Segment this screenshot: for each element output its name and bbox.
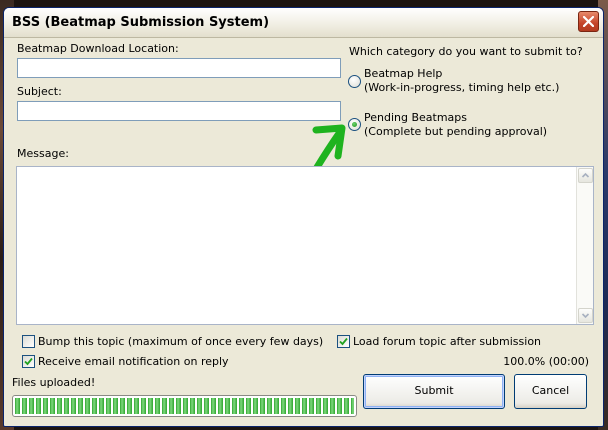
bss-dialog: BSS (Beatmap Submission System) Beatmap … (3, 7, 604, 427)
window-title: BSS (Beatmap Submission System) (12, 15, 270, 30)
load-forum-checkbox[interactable] (337, 335, 350, 348)
radio-beatmap-help[interactable] (348, 75, 361, 88)
upload-progress-bar (12, 395, 357, 417)
download-location-label: Beatmap Download Location: (17, 42, 179, 55)
radio-pending-beatmaps-description: (Complete but pending approval) (364, 125, 548, 138)
bump-topic-label[interactable]: Bump this topic (maximum of once every f… (38, 335, 323, 348)
message-label: Message: (17, 147, 69, 160)
message-scrollbar[interactable] (576, 167, 593, 324)
submit-button[interactable]: Submit (363, 374, 505, 409)
check-icon (339, 337, 348, 346)
chevron-down-icon (581, 313, 590, 319)
radio-beatmap-help-label[interactable]: Beatmap Help (364, 67, 442, 80)
bump-topic-checkbox[interactable] (22, 335, 35, 348)
category-prompt: Which category do you want to submit to? (349, 45, 583, 58)
download-location-input[interactable] (17, 58, 341, 78)
upload-progress-fill (15, 398, 354, 414)
email-notification-label[interactable]: Receive email notification on reply (38, 355, 229, 368)
radio-pending-beatmaps-label[interactable]: Pending Beatmaps (364, 111, 467, 124)
title-bar[interactable]: BSS (Beatmap Submission System) (4, 8, 603, 38)
load-forum-label[interactable]: Load forum topic after submission (353, 335, 541, 348)
check-icon (24, 357, 33, 366)
message-textarea[interactable] (16, 166, 594, 325)
close-icon (583, 16, 594, 27)
chevron-up-icon (581, 172, 590, 178)
message-text (17, 167, 593, 171)
dialog-content: Beatmap Download Location: Subject: Whic… (4, 38, 603, 426)
close-button[interactable] (578, 11, 599, 32)
files-uploaded-status: Files uploaded! (12, 376, 96, 389)
radio-beatmap-help-description: (Work-in-progress, timing help etc.) (364, 81, 560, 94)
cancel-button[interactable]: Cancel (514, 374, 587, 409)
progress-text: 100.0% (00:00) (503, 355, 589, 368)
email-notification-checkbox[interactable] (22, 355, 35, 368)
scroll-up-button[interactable] (578, 168, 593, 183)
subject-label: Subject: (17, 85, 62, 98)
scroll-down-button[interactable] (578, 308, 593, 323)
